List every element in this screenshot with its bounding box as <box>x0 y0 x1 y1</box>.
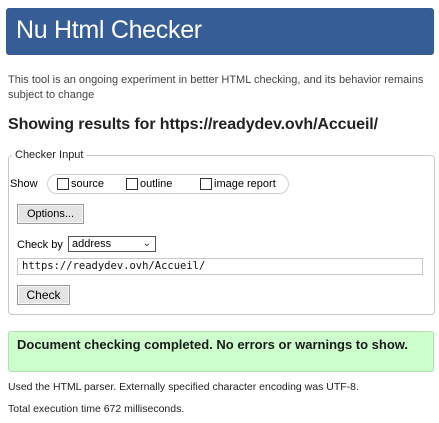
title-bar: Nu Html Checker <box>6 8 434 55</box>
check-by-select[interactable]: address ⌄ <box>68 236 156 252</box>
checker-input-legend: Checker Input <box>15 149 84 161</box>
check-button[interactable]: Check <box>17 285 70 305</box>
execution-time-info: Total execution time 672 milliseconds. <box>8 403 185 415</box>
image-report-option-label: image report <box>214 178 276 190</box>
page-title: Nu Html Checker <box>16 16 202 44</box>
source-option-label: source <box>71 178 105 190</box>
check-by-selected-value: address <box>72 238 112 250</box>
show-outline-option[interactable]: outline <box>126 178 172 190</box>
show-options-group: source outline image report <box>47 174 289 194</box>
options-button[interactable]: Options... <box>17 204 84 224</box>
results-heading: Showing results for https://readydev.ovh… <box>8 116 378 133</box>
intro-text: This tool is an ongoing experiment in be… <box>8 74 424 101</box>
url-input[interactable]: https://readydev.ovh/Accueil/ <box>17 258 423 275</box>
show-label: Show <box>10 178 38 190</box>
outline-option-label: outline <box>140 178 173 190</box>
parser-info: Used the HTML parser. Externally specifi… <box>8 381 359 393</box>
show-source-option[interactable]: source <box>57 178 104 190</box>
check-by-label: Check by <box>17 239 63 251</box>
outline-checkbox[interactable] <box>126 178 138 190</box>
show-image-report-option[interactable]: image report <box>200 178 276 190</box>
result-message: Document checking completed. No errors o… <box>17 337 409 352</box>
chevron-down-icon: ⌄ <box>142 238 151 249</box>
source-checkbox[interactable] <box>57 178 69 190</box>
result-message-box: Document checking completed. No errors o… <box>8 331 434 372</box>
image-report-checkbox[interactable] <box>200 178 212 190</box>
